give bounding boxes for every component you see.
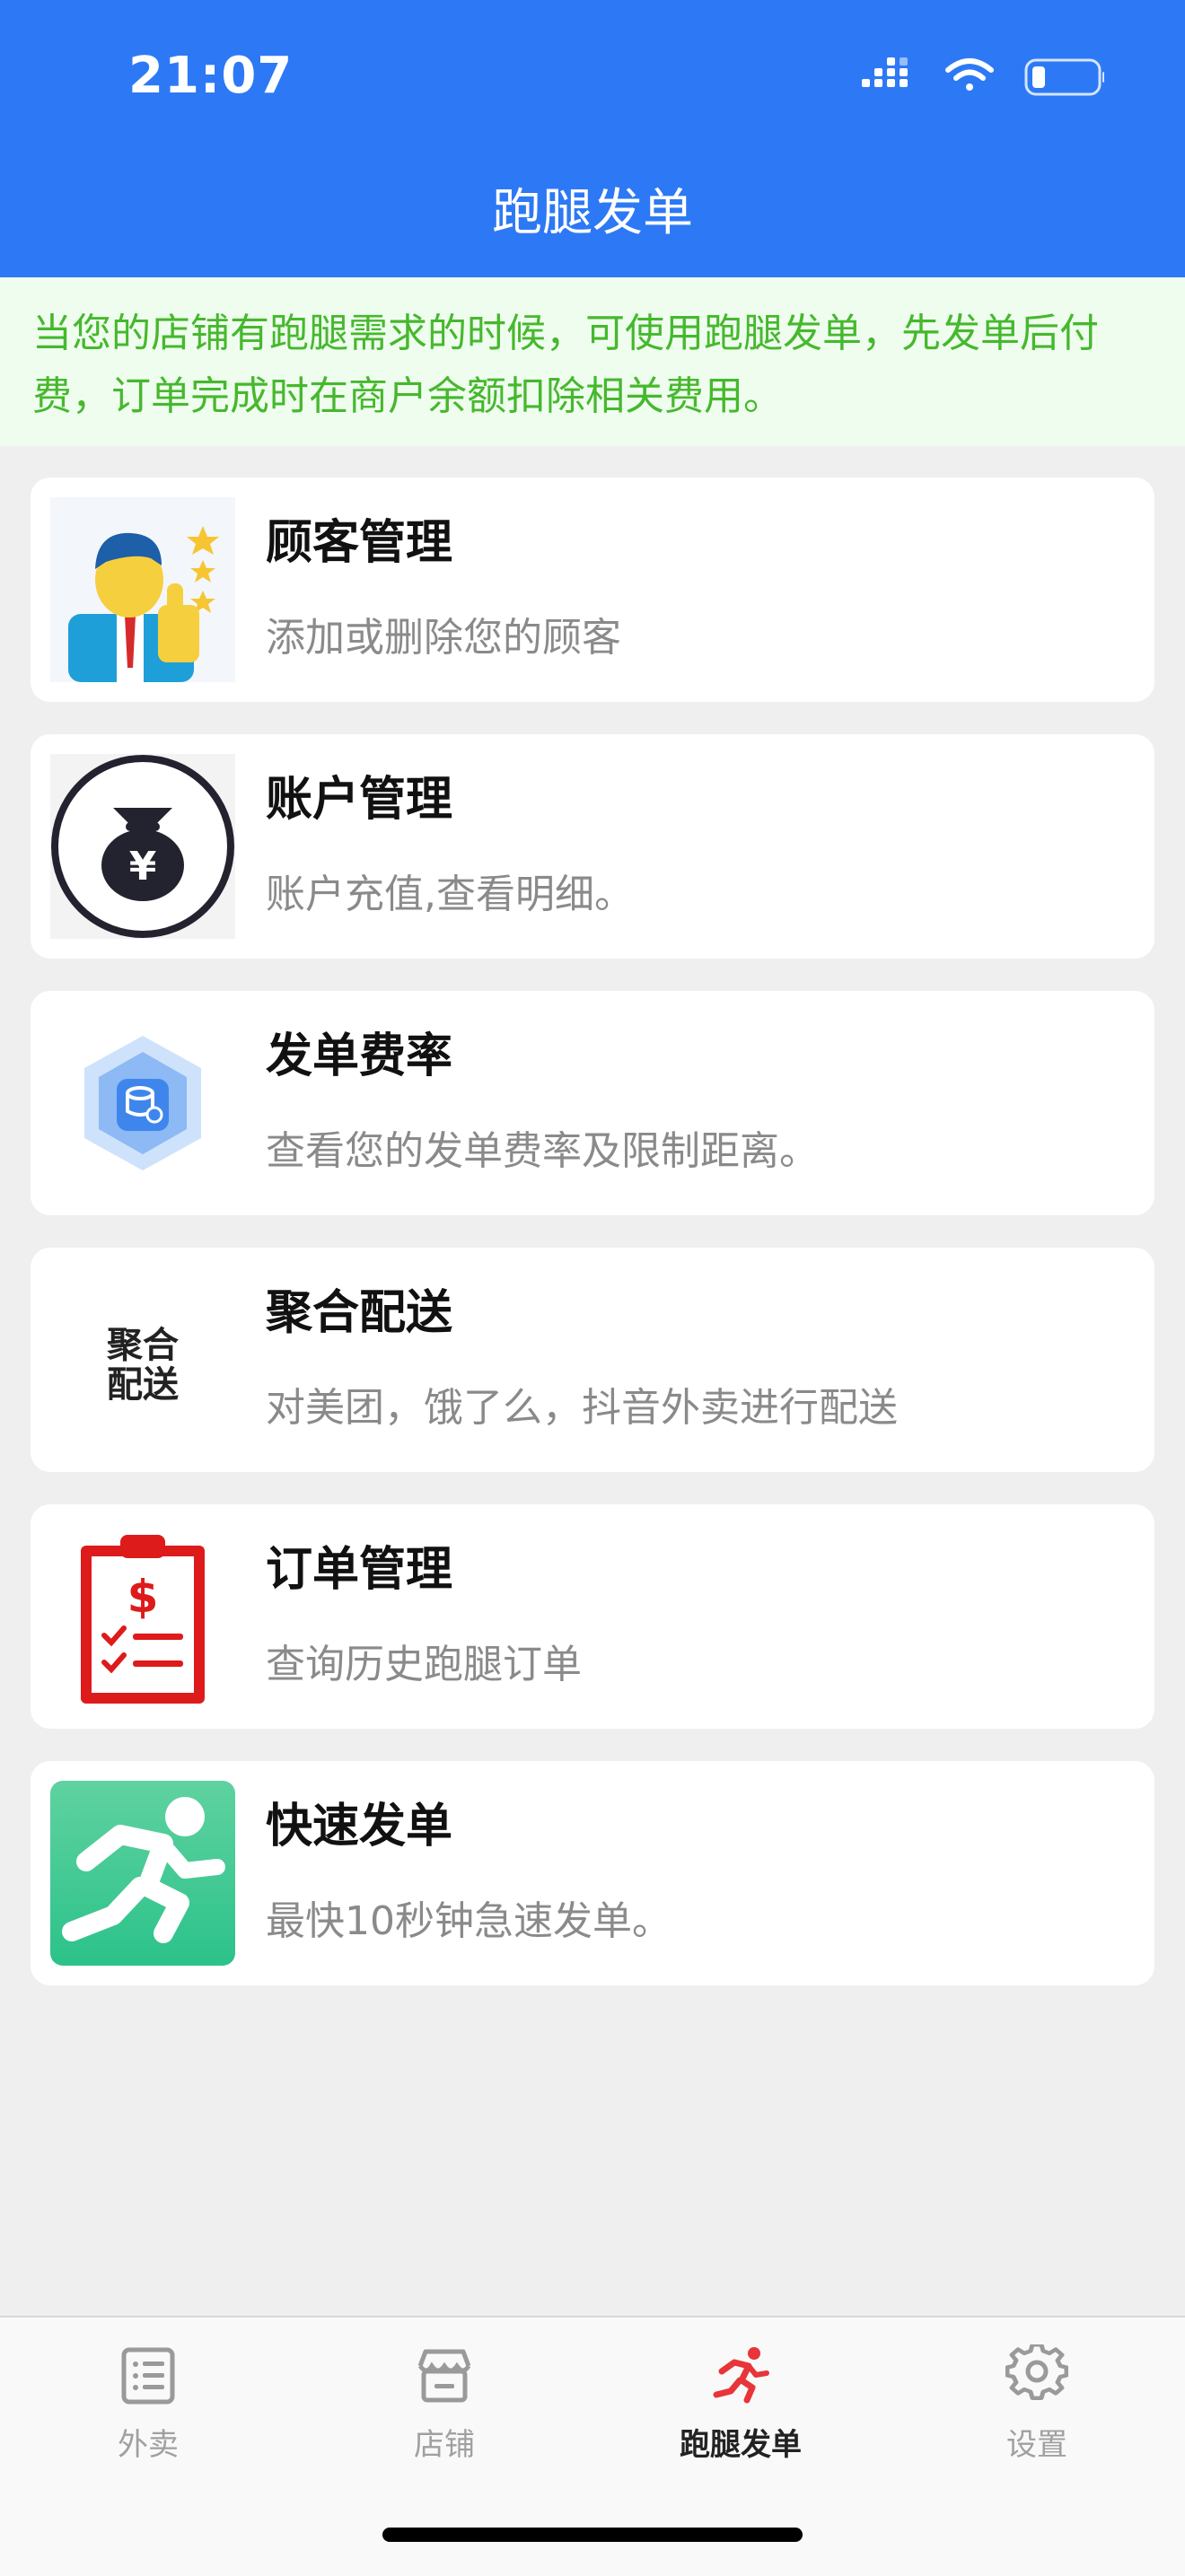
tab-label: 店铺 bbox=[414, 2427, 475, 2463]
card-description: 对美团，饿了么，抖音外卖进行配送 bbox=[266, 1385, 898, 1431]
tab-settings[interactable]: 设置 bbox=[889, 2344, 1185, 2464]
card-description: 查看您的发单费率及限制距离。 bbox=[266, 1128, 819, 1174]
rate-hexagon-icon bbox=[50, 1011, 235, 1196]
clipboard-dollar-icon: $ bbox=[50, 1524, 235, 1709]
card-aggregate-delivery[interactable]: 聚合 配送 聚合配送 对美团，饿了么，抖音外卖进行配送 bbox=[31, 1248, 1154, 1472]
card-description: 查询历史跑腿订单 bbox=[266, 1642, 582, 1687]
status-indicators bbox=[862, 57, 1104, 96]
card-description: 最快10秒钟急速发单。 bbox=[266, 1898, 672, 1944]
list-icon bbox=[121, 2347, 175, 2405]
card-description: 添加或删除您的顾客 bbox=[266, 615, 621, 661]
card-title: 顾客管理 bbox=[266, 516, 453, 570]
status-time: 21:07 bbox=[128, 47, 294, 105]
customer-thumbs-up-icon bbox=[50, 497, 235, 682]
signal-icon bbox=[862, 57, 908, 87]
card-quick-order[interactable]: 快速发单 最快10秒钟急速发单。 bbox=[31, 1761, 1154, 1985]
aggregate-delivery-logo: 聚合 配送 bbox=[50, 1267, 235, 1452]
card-description: 账户充值,查看明细。 bbox=[266, 872, 634, 917]
card-title: 订单管理 bbox=[266, 1543, 453, 1597]
logo-line-2: 配送 bbox=[107, 1364, 179, 1406]
tab-label: 外卖 bbox=[118, 2427, 179, 2463]
tab-errand[interactable]: 跑腿发单 bbox=[592, 2344, 889, 2464]
gear-icon bbox=[1005, 2344, 1068, 2400]
svg-text:$: $ bbox=[127, 1571, 159, 1623]
card-title: 聚合配送 bbox=[266, 1286, 453, 1340]
svg-text:¥: ¥ bbox=[129, 844, 157, 889]
store-icon bbox=[417, 2349, 471, 2403]
running-man-icon bbox=[50, 1781, 235, 1966]
logo-line-1: 聚合 bbox=[106, 1325, 179, 1366]
info-notice: 当您的店铺有跑腿需求的时候，可使用跑腿发单，先发单后付费，订单完成时在商户余额扣… bbox=[0, 277, 1185, 446]
card-account-management[interactable]: ¥ 账户管理 账户充值,查看明细。 bbox=[31, 734, 1154, 959]
header-bar: 21:07 跑腿发单 bbox=[0, 0, 1185, 277]
home-indicator bbox=[382, 2528, 803, 2542]
card-title: 账户管理 bbox=[266, 773, 453, 827]
runner-icon bbox=[713, 2347, 769, 2404]
tab-takeout[interactable]: 外卖 bbox=[0, 2344, 296, 2464]
card-title: 发单费率 bbox=[266, 1030, 453, 1083]
tab-label: 设置 bbox=[1006, 2427, 1067, 2463]
card-customer-management[interactable]: 顾客管理 添加或删除您的顾客 bbox=[31, 478, 1154, 702]
tab-label: 跑腿发单 bbox=[680, 2427, 802, 2463]
battery-icon bbox=[1024, 58, 1104, 96]
card-order-management[interactable]: $ 订单管理 查询历史跑腿订单 bbox=[31, 1504, 1154, 1729]
tab-store[interactable]: 店铺 bbox=[296, 2344, 592, 2464]
card-title: 快速发单 bbox=[266, 1800, 453, 1853]
page-title: 跑腿发单 bbox=[492, 184, 693, 242]
card-order-rate[interactable]: 发单费率 查看您的发单费率及限制距离。 bbox=[31, 991, 1154, 1215]
wifi-icon bbox=[945, 58, 994, 91]
money-bag-icon: ¥ bbox=[50, 754, 235, 939]
